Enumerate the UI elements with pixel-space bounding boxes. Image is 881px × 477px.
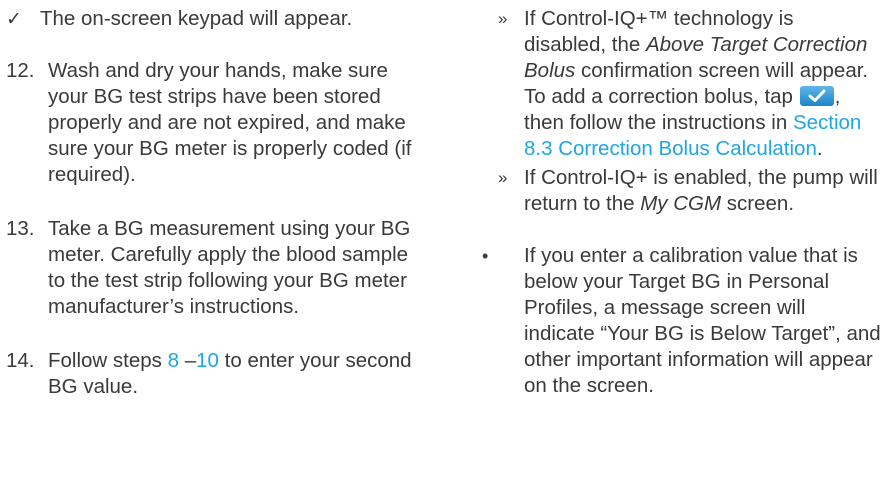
step-text: Take a BG measurement using your BG mete…	[48, 217, 411, 318]
step-12: 12. Wash and dry your hands, make sure y…	[6, 58, 421, 188]
sub-bullet-marker: »	[498, 9, 508, 28]
step-text-mid: –	[179, 349, 197, 372]
sub-text-post: screen.	[721, 192, 795, 215]
step-10-link[interactable]: 10	[196, 349, 219, 372]
confirm-button-image	[799, 86, 834, 106]
sub-item-control-iq-disabled: » If Control-IQ+™ technology is disabled…	[498, 6, 881, 162]
step-number: 12.	[6, 59, 35, 82]
step-number: 13.	[6, 217, 35, 240]
screen-name-my-cgm: My CGM	[640, 192, 722, 215]
step-14: 14. Follow steps 8 –10 to enter your sec…	[6, 348, 421, 400]
bullet-marker: •	[482, 246, 489, 266]
bullet-text: If you enter a calibration value that is…	[524, 244, 881, 397]
sub-text-post: .	[816, 137, 823, 160]
sub-bullet-marker: »	[498, 168, 508, 187]
checkmark-icon	[808, 89, 826, 102]
checkmark-icon: ✓	[6, 8, 22, 30]
right-column: » If Control-IQ+™ technology is disabled…	[482, 0, 881, 399]
left-column: ✓ The on-screen keypad will appear. 12. …	[6, 0, 421, 400]
sub-item-control-iq-enabled: » If Control-IQ+ is enabled, the pump wi…	[498, 165, 881, 217]
step-number: 14.	[6, 349, 35, 372]
step-13: 13. Take a BG measurement using your BG …	[6, 216, 421, 320]
check-item: ✓ The on-screen keypad will appear.	[6, 6, 421, 32]
step-text: Wash and dry your hands, make sure your …	[48, 59, 412, 186]
step-text-pre: Follow steps	[48, 349, 168, 372]
step-8-link[interactable]: 8	[168, 349, 179, 372]
check-item-text: The on-screen keypad will appear.	[40, 7, 353, 30]
bullet-below-target: • If you enter a calibration value that …	[482, 243, 881, 399]
